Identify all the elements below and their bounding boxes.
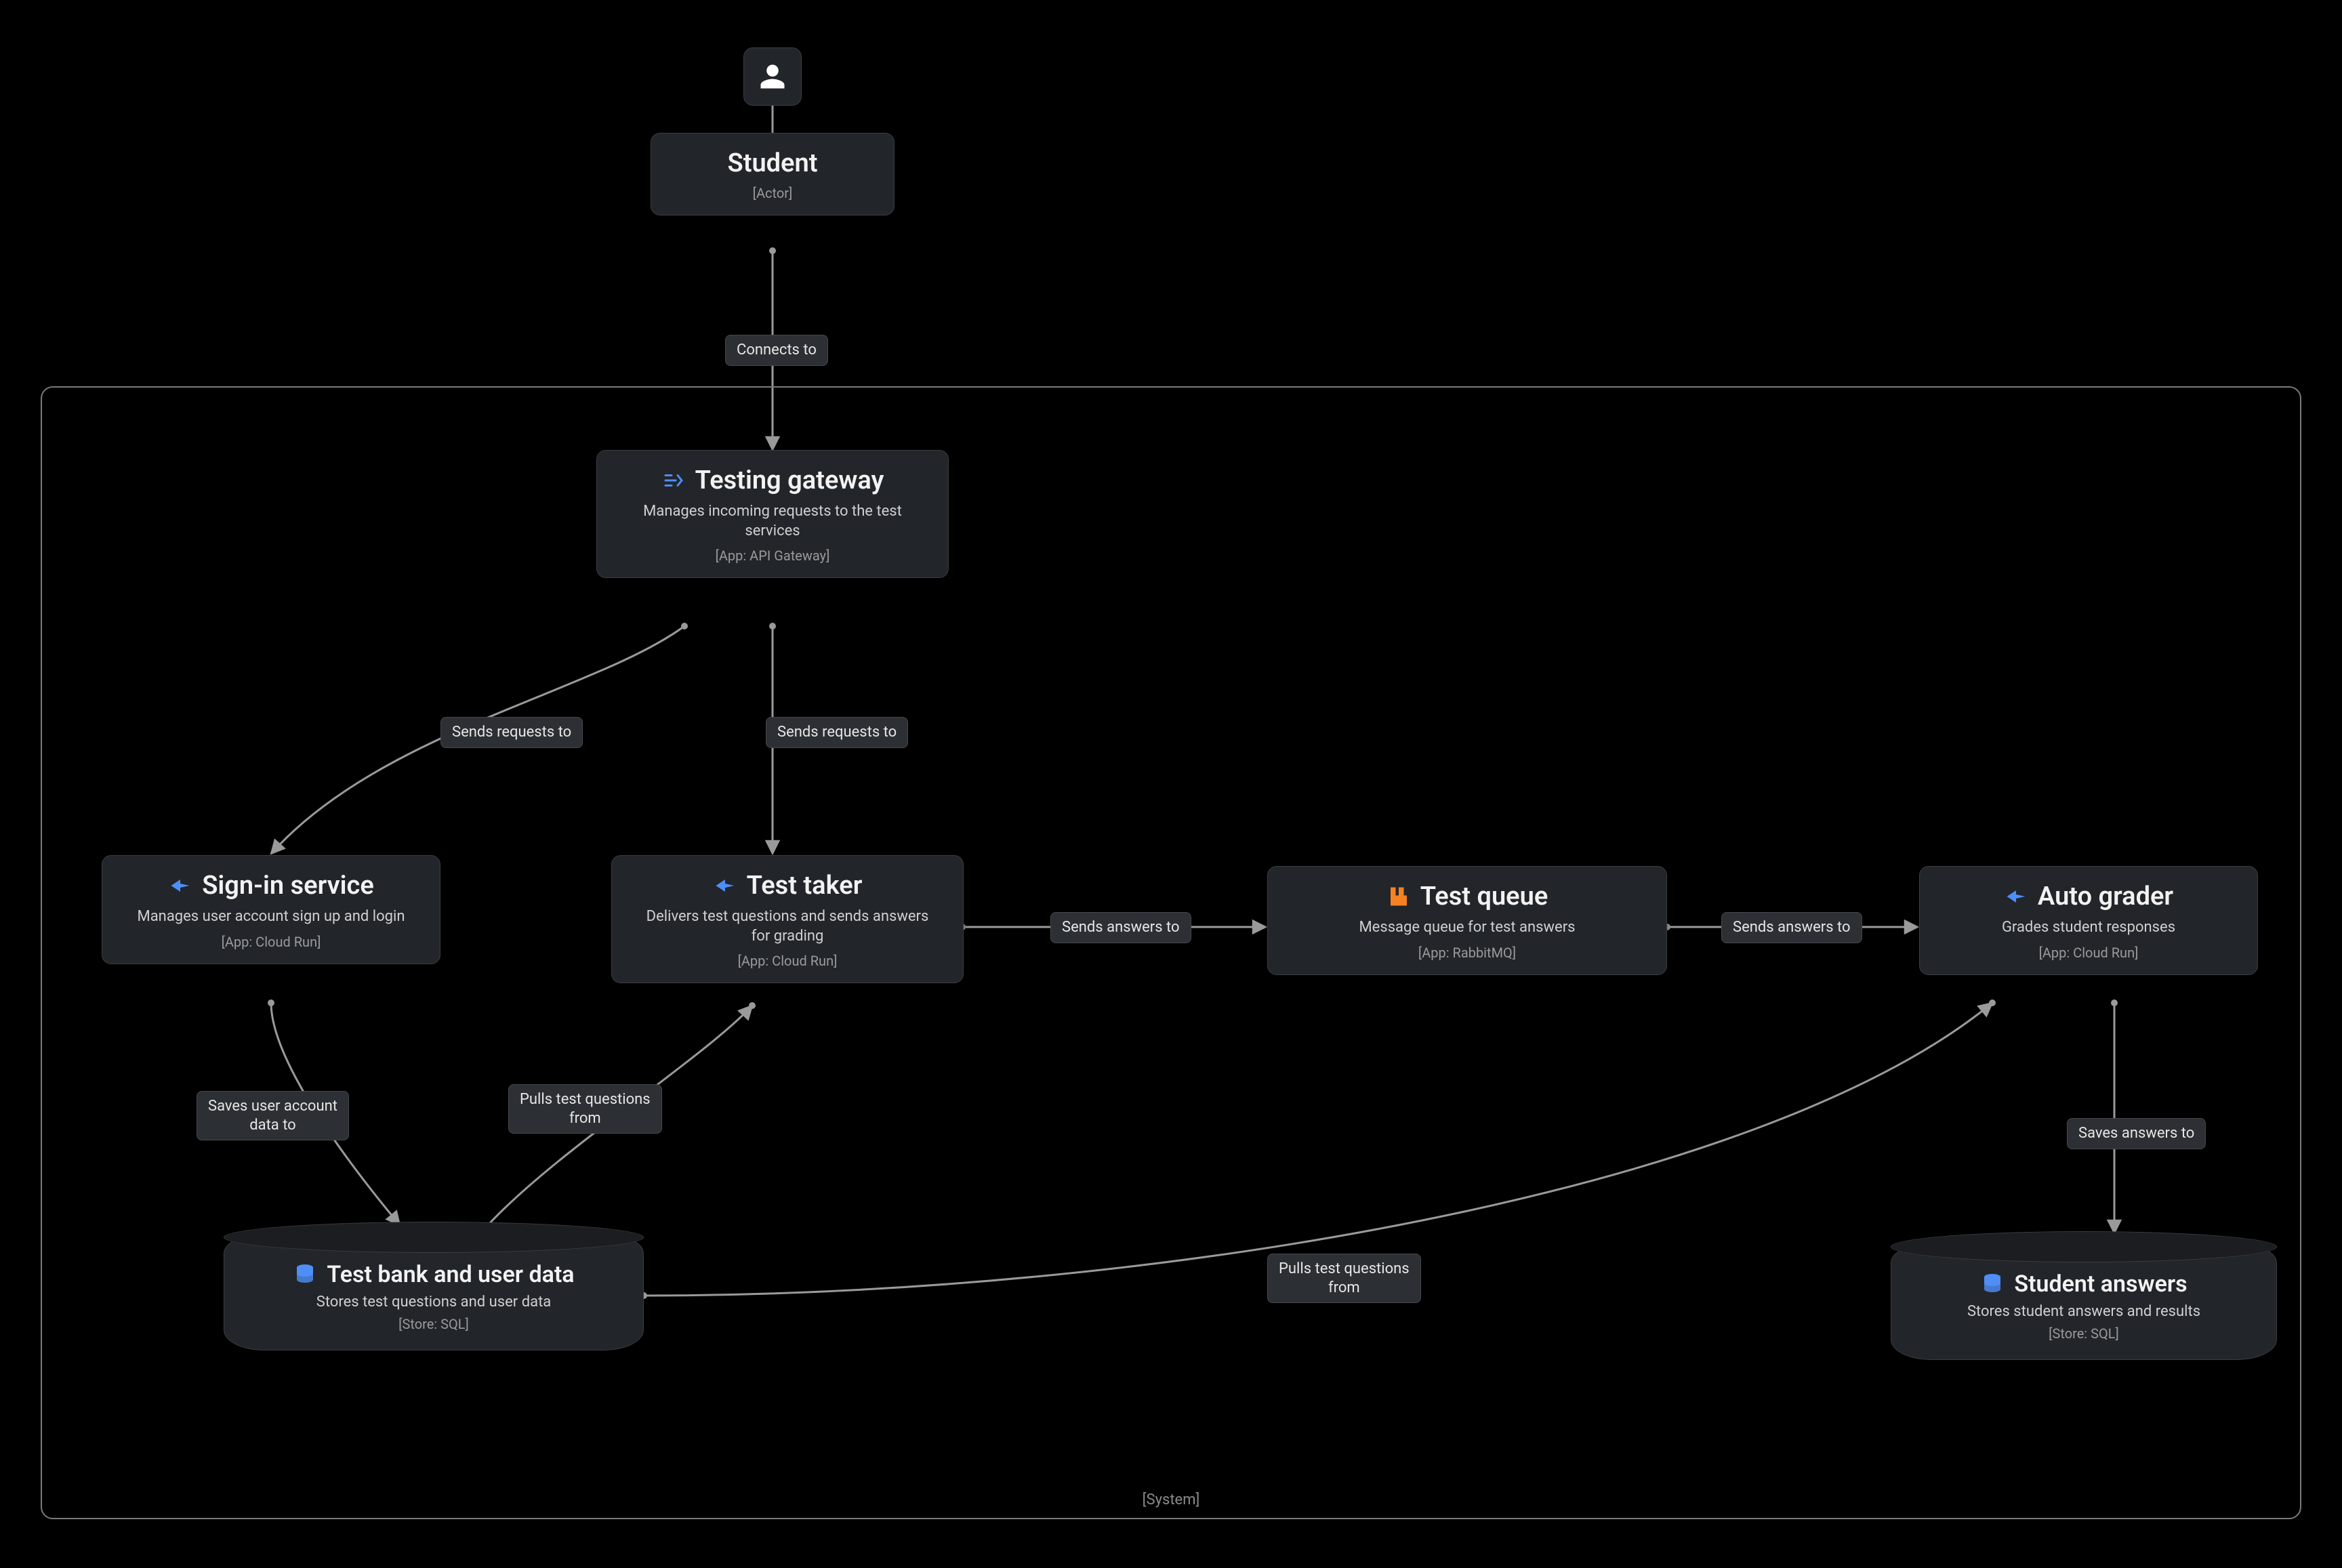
edge-sends-answers-grader: Sends answers to [1721,912,1862,943]
rabbitmq-icon [1386,884,1411,909]
actor-student: Student [Actor] [651,133,895,215]
grader-desc: Grades student responses [1946,918,2231,938]
node-auto-grader: Auto grader Grades student responses [Ap… [1919,866,2258,975]
edge-saves-user-data: Saves user account data to [197,1091,349,1140]
cloud-run-icon [168,873,192,898]
queue-title: Test queue [1420,882,1548,911]
gateway-desc: Manages incoming requests to the test se… [630,502,915,541]
queue-desc: Message queue for test answers [1325,918,1609,938]
taker-title: Test taker [747,871,863,901]
taker-meta: [App: Cloud Run] [632,953,943,969]
node-test-taker: Test taker Delivers test questions and s… [611,855,964,983]
grader-meta: [App: Cloud Run] [1940,945,2237,961]
queue-meta: [App: RabbitMQ] [1288,945,1646,961]
api-gateway-icon [661,468,686,493]
edge-connects-to: Connects to [725,335,828,366]
answers-desc: Stores student answers and results [1912,1303,2256,1320]
edge-pulls-questions-grader: Pulls test questions from [1267,1254,1421,1303]
signin-desc: Manages user account sign up and login [129,907,413,927]
actor-title: Student [728,148,818,178]
person-icon [758,62,787,91]
edge-saves-answers: Saves answers to [2067,1118,2206,1149]
gateway-title: Testing gateway [695,466,884,495]
bank-meta: [Store: SQL] [245,1316,623,1332]
edge-pulls-questions-taker: Pulls test questions from [508,1084,662,1134]
gateway-meta: [App: API Gateway] [617,548,928,564]
actor-icon-box [743,47,802,106]
cloud-run-icon [713,873,737,898]
node-test-queue: Test queue Message queue for test answer… [1267,866,1667,975]
grader-title: Auto grader [2038,882,2173,911]
database-icon [293,1262,317,1287]
store-student-answers: Student answers Stores student answers a… [1891,1243,2277,1360]
system-label: [System] [1143,1491,1200,1508]
cloud-run-icon [2004,884,2028,909]
edge-sends-requests-taker: Sends requests to [766,717,908,748]
signin-meta: [App: Cloud Run] [123,934,419,950]
bank-desc: Stores test questions and user data [245,1294,623,1311]
edge-sends-answers-queue: Sends answers to [1050,912,1191,943]
database-icon [1980,1272,2005,1296]
signin-title: Sign-in service [202,871,374,901]
answers-meta: [Store: SQL] [1912,1325,2256,1342]
store-test-bank: Test bank and user data Stores test ques… [224,1233,644,1350]
taker-desc: Delivers test questions and sends answer… [645,907,930,946]
actor-meta: [Actor] [672,185,874,201]
answers-title: Student answers [2014,1271,2187,1298]
node-signin-service: Sign-in service Manages user account sig… [102,855,440,964]
bank-title: Test bank and user data [327,1261,574,1288]
edge-sends-requests-signin: Sends requests to [440,717,583,748]
node-testing-gateway: Testing gateway Manages incoming request… [596,450,949,578]
